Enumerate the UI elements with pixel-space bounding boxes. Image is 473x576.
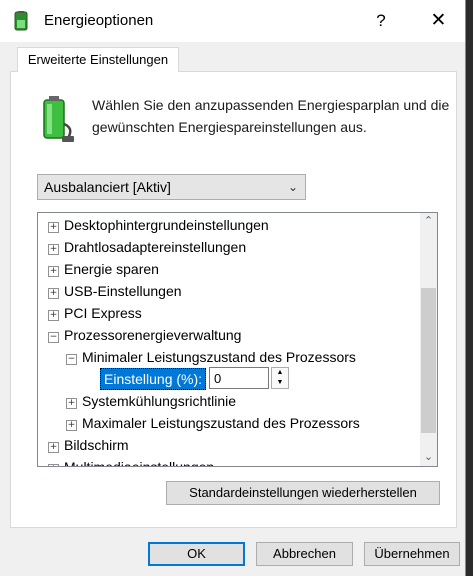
chevron-down-icon[interactable]: ⌄ — [288, 175, 298, 199]
tree-item[interactable]: + Desktophintergrundeinstellungen — [48, 214, 269, 236]
tree-item[interactable]: + Energie sparen — [48, 258, 159, 280]
tree-item[interactable]: + Drahtlosadaptereinstellungen — [48, 236, 246, 258]
scroll-up-icon[interactable]: ⌃ — [420, 213, 437, 230]
description-text: Wählen Sie den anzupassenden Energiespar… — [92, 97, 450, 135]
collapse-icon[interactable]: − — [48, 332, 59, 343]
tree-item-label: Maximaler Leistungszustand des Prozessor… — [82, 415, 360, 431]
setting-spinner[interactable]: ▲ ▼ — [271, 367, 289, 389]
vertical-scrollbar[interactable]: ⌃ ⌄ — [420, 213, 437, 466]
tree-item-label: Systemkühlungsrichtlinie — [82, 393, 237, 409]
battery-plug-icon — [43, 96, 74, 142]
settings-tree[interactable]: + Desktophintergrundeinstellungen + Drahtl… — [37, 212, 438, 467]
expand-icon[interactable]: + — [48, 442, 59, 453]
setting-label: Einstellung (%): — [100, 368, 207, 390]
help-button[interactable]: ? — [358, 0, 404, 42]
expand-icon[interactable]: + — [48, 244, 59, 255]
ok-button[interactable]: OK — [148, 542, 245, 566]
window-title: Energieoptionen — [44, 12, 154, 29]
tree-item[interactable]: − Prozessorenergieverwaltung — [48, 324, 241, 346]
tree-item[interactable]: + Systemkühlungsrichtlinie — [66, 390, 236, 412]
scrollbar-thumb[interactable] — [421, 288, 436, 433]
tree-item-label: Desktophintergrundeinstellungen — [64, 217, 269, 233]
expand-icon[interactable]: + — [48, 288, 59, 299]
power-options-dialog: Energieoptionen ? ✕ Erweiterte Einstellu… — [0, 0, 466, 576]
expand-icon[interactable]: + — [48, 464, 59, 466]
spin-down-icon[interactable]: ▼ — [272, 378, 288, 388]
collapse-icon[interactable]: − — [66, 354, 77, 365]
tree-item-label: Energie sparen — [64, 261, 159, 277]
title-bar[interactable]: Energieoptionen ? ✕ — [0, 0, 465, 42]
tree-item[interactable]: + PCI Express — [48, 302, 142, 324]
expand-icon[interactable]: + — [66, 398, 77, 409]
scroll-down-icon[interactable]: ⌄ — [420, 449, 437, 466]
power-plan-select[interactable]: Ausbalanciert [Aktiv] ⌄ — [37, 174, 306, 200]
power-plan-value: Ausbalanciert [Aktiv] — [44, 179, 171, 195]
tree-item[interactable]: + Maximaler Leistungszustand des Prozesso… — [66, 412, 360, 434]
tab-advanced-settings[interactable]: Erweiterte Einstellungen — [17, 47, 179, 72]
tree-item[interactable]: − Minimaler Leistungszustand des Prozesso… — [66, 346, 356, 368]
tree-item-label: Minimaler Leistungszustand des Prozessor… — [82, 349, 356, 365]
close-button[interactable]: ✕ — [412, 0, 465, 42]
expand-icon[interactable]: + — [48, 266, 59, 277]
tree-item-label: Prozessorenergieverwaltung — [64, 327, 242, 343]
tree-item-label: Multimediaeinstellungen — [64, 459, 215, 467]
tree-item[interactable]: + Multimediaeinstellungen — [48, 456, 215, 467]
expand-icon[interactable]: + — [48, 222, 59, 233]
tree-item-label: Drahtlosadaptereinstellungen — [64, 239, 247, 255]
power-options-icon — [14, 11, 28, 31]
cancel-button[interactable]: Abbrechen — [256, 542, 353, 566]
setting-value-input[interactable] — [209, 367, 269, 389]
tree-item-label: PCI Express — [64, 305, 142, 321]
tree-item-label: USB-Einstellungen — [64, 283, 182, 299]
apply-button[interactable]: Übernehmen — [364, 542, 460, 566]
spin-up-icon[interactable]: ▲ — [272, 368, 288, 378]
tree-item-label: Bildschirm — [64, 437, 129, 453]
tree-item[interactable]: + USB-Einstellungen — [48, 280, 182, 302]
expand-icon[interactable]: + — [66, 420, 77, 431]
tree-item[interactable]: + Bildschirm — [48, 434, 129, 456]
restore-defaults-button[interactable]: Standardeinstellungen wiederherstellen — [166, 481, 440, 505]
expand-icon[interactable]: + — [48, 310, 59, 321]
